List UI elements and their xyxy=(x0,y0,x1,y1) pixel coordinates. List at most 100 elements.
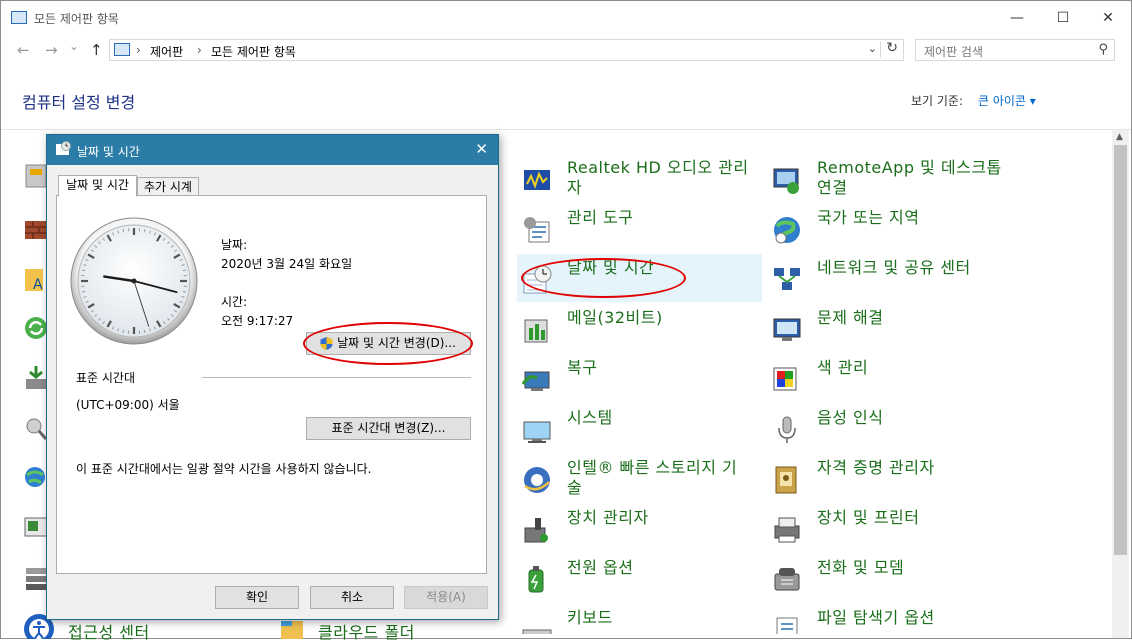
address-dropdown-icon[interactable]: ⌄ xyxy=(868,42,877,55)
apply-button[interactable]: 적용(A) xyxy=(404,586,488,609)
item-label: 색 관리 xyxy=(817,358,868,378)
time-label: 시간: xyxy=(221,293,247,310)
control-panel-item[interactable]: 시스템 xyxy=(517,404,762,452)
control-panel-item[interactable]: 키보드 xyxy=(517,604,762,634)
control-panel-item[interactable]: 인텔® 빠른 스토리지 기술 xyxy=(517,454,762,502)
clock-tick xyxy=(144,330,145,333)
item-label: 문제 해결 xyxy=(817,308,883,328)
dst-note: 이 표준 시간대에서는 일광 절약 시간을 사용하지 않습니다. xyxy=(76,460,371,477)
control-panel-item[interactable]: 파일 탐색기 옵션 xyxy=(767,604,1012,634)
item-label: 전화 및 모뎀 xyxy=(817,558,904,578)
item-label-line: 자 xyxy=(567,178,749,198)
item-label-line: 음성 인식 xyxy=(817,408,883,428)
admin-tools-icon xyxy=(521,214,553,246)
scrollbar-thumb[interactable] xyxy=(1114,145,1127,555)
item-label: 키보드 xyxy=(567,608,613,628)
system-icon xyxy=(521,414,553,446)
phone-modem-icon xyxy=(771,564,803,596)
keyboard-icon xyxy=(521,614,553,634)
control-panel-icon xyxy=(114,43,130,56)
breadcrumb-control-panel[interactable]: 제어판 xyxy=(150,43,183,60)
item-label: 인텔® 빠른 스토리지 기술 xyxy=(567,458,737,498)
item-label-line: 관리 도구 xyxy=(567,208,633,228)
annotation-ellipse-item xyxy=(521,258,686,298)
power-options-icon xyxy=(521,564,553,596)
device-manager-icon xyxy=(521,514,553,546)
control-panel-item[interactable]: 국가 또는 지역 xyxy=(767,204,1012,252)
search-input[interactable]: 제어판 검색 xyxy=(924,43,983,60)
cancel-button[interactable]: 취소 xyxy=(310,586,394,609)
item-label-line: 연결 xyxy=(817,178,1002,198)
control-panel-item[interactable]: 메일(32비트) xyxy=(517,304,762,352)
timezone-header: 표준 시간대 xyxy=(76,369,135,386)
item-label-line: 전화 및 모뎀 xyxy=(817,558,904,578)
tab-additional-clocks[interactable]: 추가 시계 xyxy=(137,177,199,197)
explorer-options-icon xyxy=(771,614,803,634)
timezone-value: (UTC+09:00) 서울 xyxy=(76,396,180,413)
clock-tick xyxy=(183,270,186,271)
control-panel-item[interactable]: 복구 xyxy=(517,354,762,402)
item-label-line: 장치 및 프린터 xyxy=(817,508,920,528)
clock-tick xyxy=(144,229,145,232)
control-panel-item[interactable]: 자격 증명 관리자 xyxy=(767,454,1012,502)
up-arrow-icon[interactable]: ↑ xyxy=(90,41,103,59)
control-panel-item[interactable]: 장치 및 프린터 xyxy=(767,504,1012,552)
crumb-separator-icon[interactable]: › xyxy=(136,43,141,57)
item-label: RemoteApp 및 데스크톱연결 xyxy=(817,158,1002,198)
view-by-dropdown[interactable]: 큰 아이콘 ▾ xyxy=(978,92,1036,109)
item-label: 음성 인식 xyxy=(817,408,883,428)
back-arrow-icon[interactable]: ← xyxy=(17,41,30,59)
date-time-icon xyxy=(55,141,71,157)
control-panel-item[interactable]: 관리 도구 xyxy=(517,204,762,252)
address-bar[interactable]: › 제어판 › 모든 제어판 항목 ⌄ ↻ xyxy=(109,39,904,61)
control-panel-item[interactable]: 네트워크 및 공유 센터 xyxy=(767,254,1012,302)
item-label: 복구 xyxy=(567,358,597,378)
tab-date-time[interactable]: 날짜 및 시간 xyxy=(58,175,137,197)
network-icon xyxy=(771,264,803,296)
page-title: 컴퓨터 설정 변경 xyxy=(22,89,135,113)
troubleshoot-icon xyxy=(771,314,803,346)
search-box[interactable]: 제어판 검색 ⚲ xyxy=(915,39,1115,61)
scroll-up-icon[interactable]: ▲ xyxy=(1116,132,1123,142)
control-panel-item[interactable]: 문제 해결 xyxy=(767,304,1012,352)
control-panel-item[interactable]: 전화 및 모뎀 xyxy=(767,554,1012,602)
ok-button[interactable]: 확인 xyxy=(215,586,299,609)
control-panel-item[interactable]: RemoteApp 및 데스크톱연결 xyxy=(767,154,1012,202)
item-label-line: 메일(32비트) xyxy=(567,308,663,328)
remoteapp-icon xyxy=(771,164,803,196)
refresh-icon[interactable]: ↻ xyxy=(886,40,898,56)
item-label[interactable]: 접근성 센터 xyxy=(68,619,150,643)
crumb-separator-icon[interactable]: › xyxy=(197,43,202,57)
date-time-dialog: 날짜 및 시간 ✕ 날짜 및 시간 추가 시계 날짜 xyxy=(46,134,499,620)
item-label: 시스템 xyxy=(567,408,613,428)
control-panel-item[interactable]: 장치 관리자 xyxy=(517,504,762,552)
close-button[interactable]: ✕ xyxy=(1085,1,1131,35)
forward-arrow-icon[interactable]: → xyxy=(45,41,58,59)
control-panel-item[interactable]: 전원 옵션 xyxy=(517,554,762,602)
clock-tick xyxy=(123,330,124,333)
search-icon[interactable]: ⚲ xyxy=(1098,42,1108,57)
item-label-line: 자격 증명 관리자 xyxy=(817,458,935,478)
breadcrumb-all-items[interactable]: 모든 제어판 항목 xyxy=(211,43,296,60)
item-label-line: RemoteApp 및 데스크톱 xyxy=(817,158,1002,178)
recent-locations-icon[interactable]: ⌄ xyxy=(69,39,79,53)
maximize-button[interactable]: ☐ xyxy=(1040,1,1086,35)
mail-icon xyxy=(521,314,553,346)
item-label: Realtek HD 오디오 관리자 xyxy=(567,158,749,198)
control-panel-item[interactable]: 색 관리 xyxy=(767,354,1012,402)
item-label[interactable]: 클라우드 폴더 xyxy=(318,619,415,643)
control-panel-item[interactable]: 음성 인식 xyxy=(767,404,1012,452)
change-timezone-button[interactable]: 표준 시간대 변경(Z)... xyxy=(306,417,471,440)
minimize-button[interactable]: — xyxy=(994,1,1040,35)
item-label: 장치 및 프린터 xyxy=(817,508,920,528)
item-label-line: 국가 또는 지역 xyxy=(817,208,920,228)
item-label: 장치 관리자 xyxy=(567,508,649,528)
vertical-scrollbar[interactable]: ▲ xyxy=(1112,130,1129,638)
item-label-line: 키보드 xyxy=(567,608,613,628)
control-panel-item[interactable]: Realtek HD 오디오 관리자 xyxy=(517,154,762,202)
item-label: 네트워크 및 공유 센터 xyxy=(817,258,971,278)
clock-tick xyxy=(82,270,85,271)
item-label: 자격 증명 관리자 xyxy=(817,458,935,478)
dialog-close-button[interactable]: ✕ xyxy=(475,140,488,158)
item-label: 파일 탐색기 옵션 xyxy=(817,608,935,628)
